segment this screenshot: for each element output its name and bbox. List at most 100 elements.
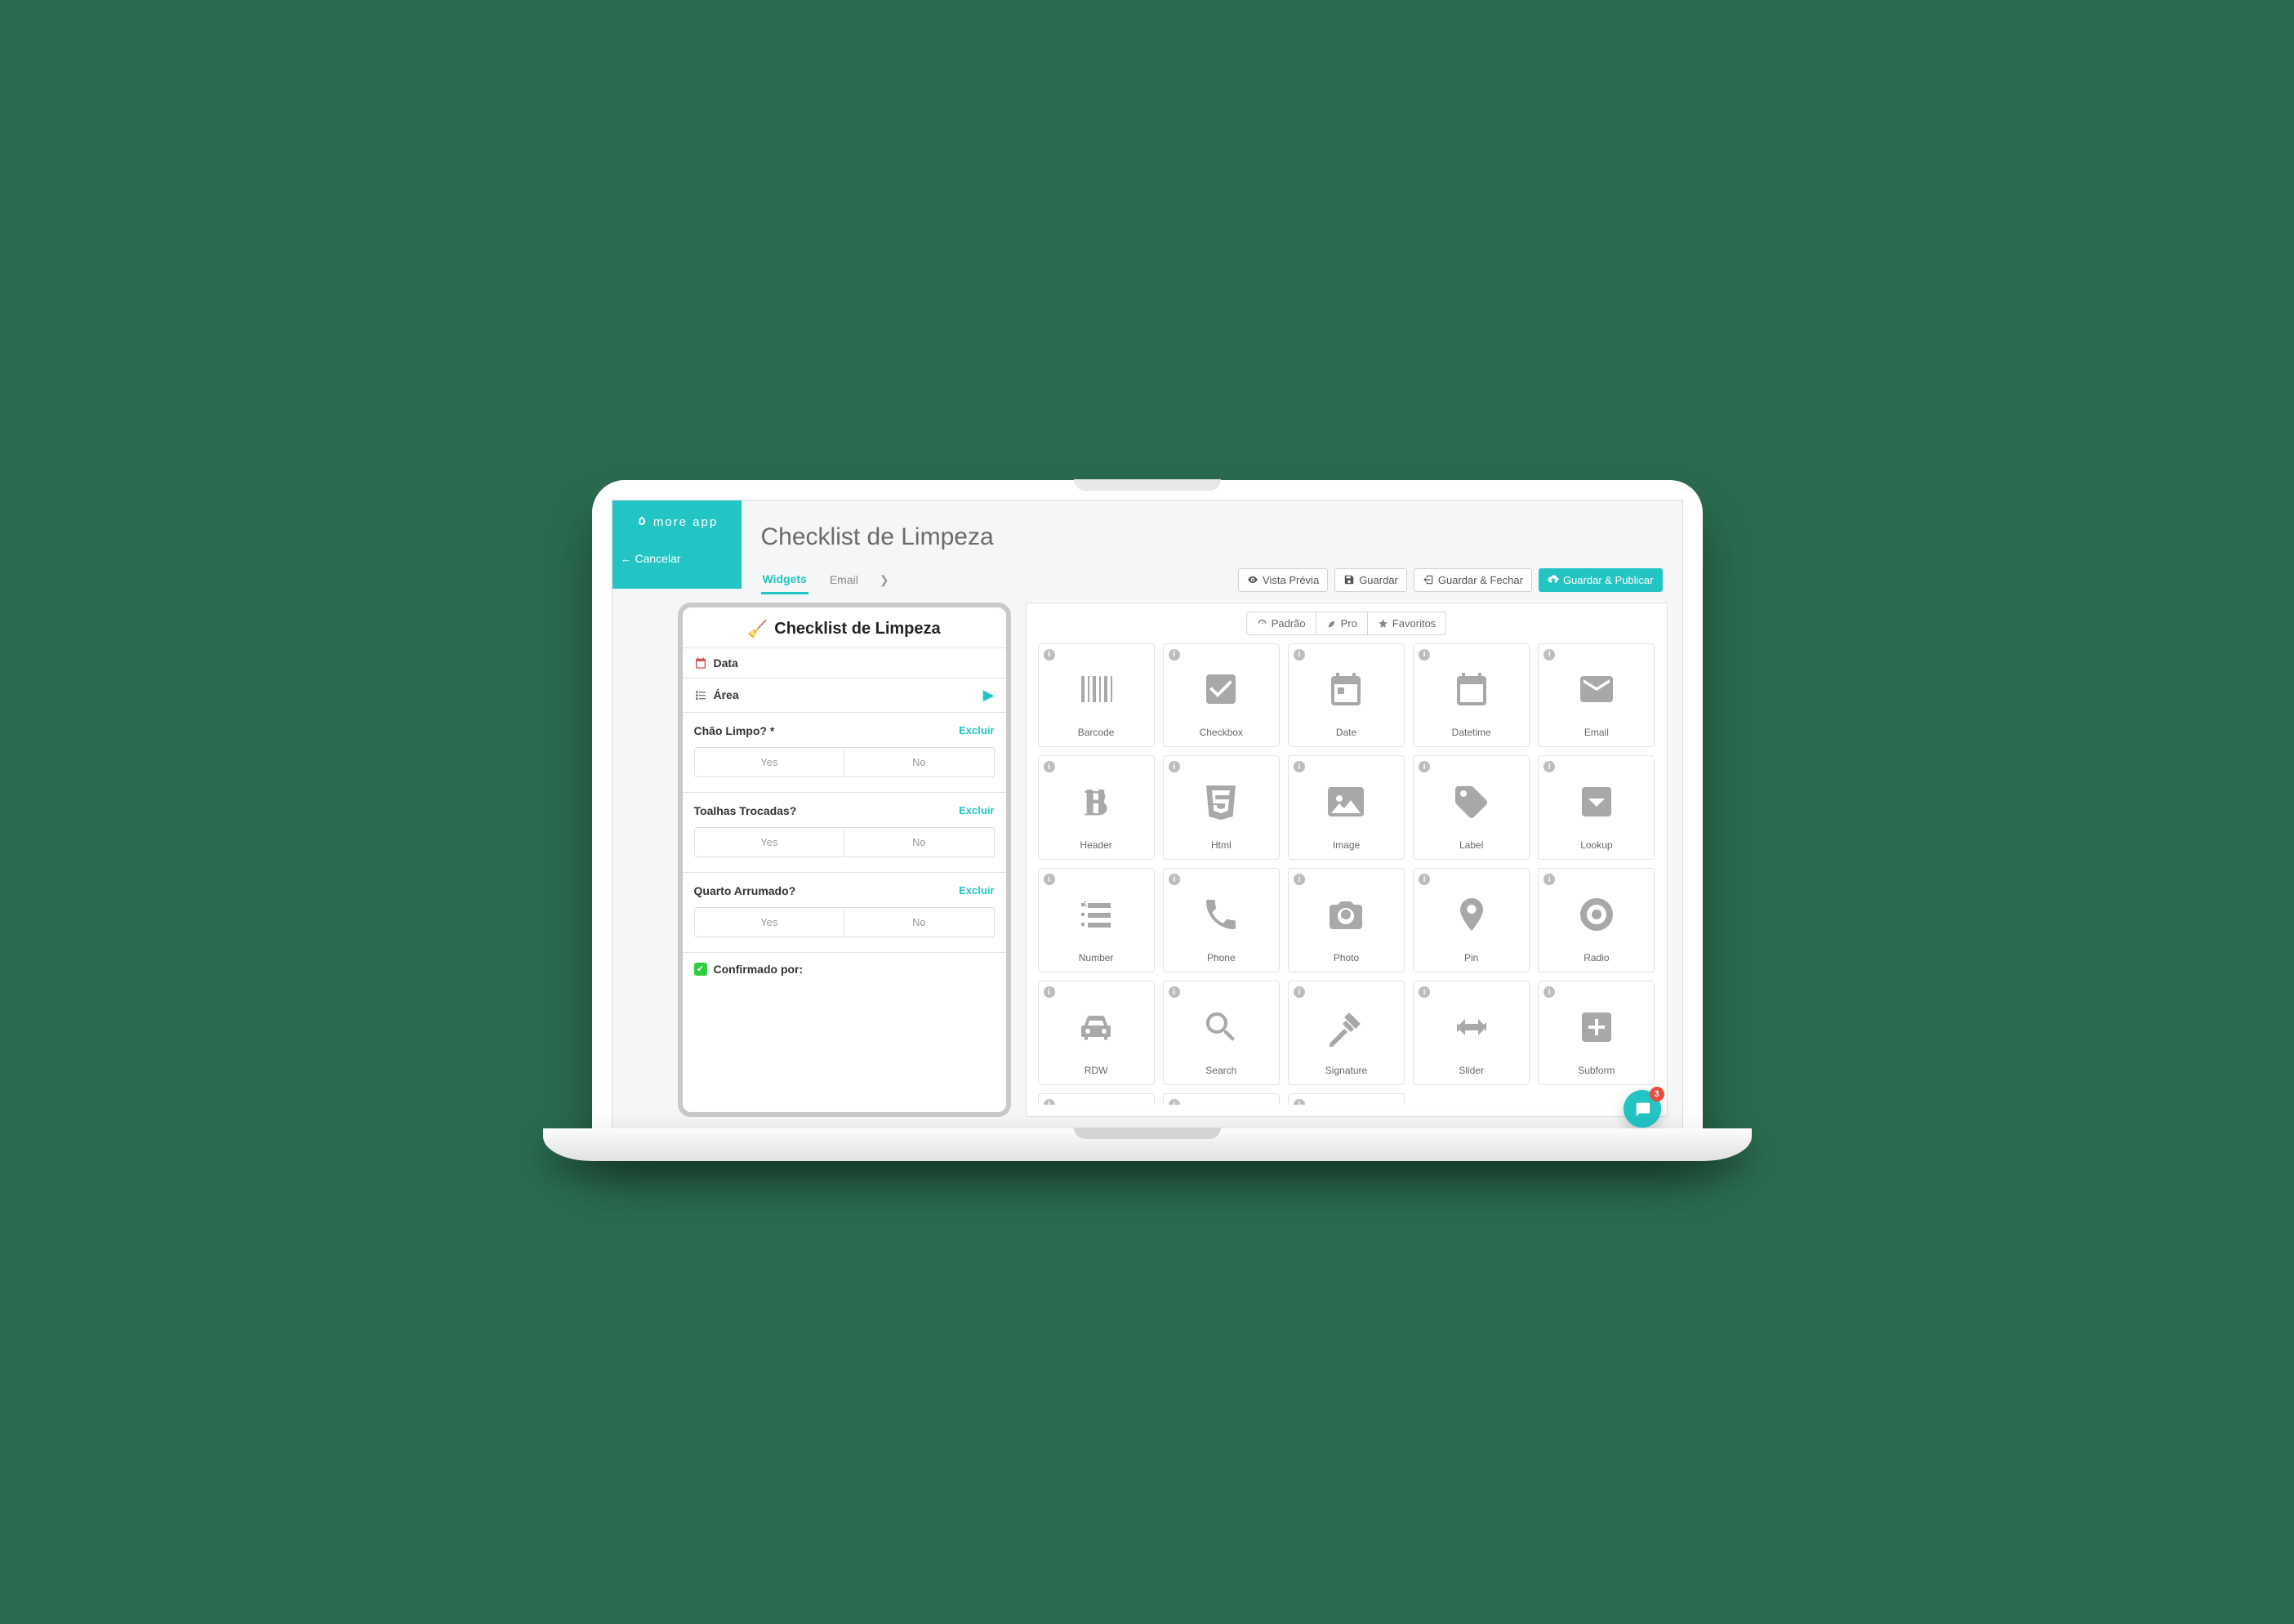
widget-date[interactable]: iDate (1288, 643, 1405, 748)
info-icon[interactable]: i (1044, 761, 1055, 772)
eye-icon (1247, 574, 1258, 585)
field-date[interactable]: Data (683, 647, 1006, 678)
widget-subform[interactable]: i Subform (1538, 981, 1655, 1085)
widget-tab-default[interactable]: Padrão (1247, 612, 1316, 634)
widget-search[interactable]: iSearch (1163, 981, 1280, 1085)
calendar-icon (694, 656, 707, 670)
chat-button[interactable]: 3 (1624, 1090, 1661, 1128)
info-icon[interactable]: i (1294, 874, 1305, 885)
list-icon (694, 688, 707, 701)
chevron-right-icon: ▶ (983, 687, 995, 704)
image-icon (1326, 764, 1365, 839)
info-icon[interactable]: i (1169, 874, 1180, 885)
question-1-exclude[interactable]: Excluir (959, 724, 994, 736)
widget-label: Pin (1464, 952, 1478, 963)
widget-text[interactable]: iText (1038, 1093, 1155, 1105)
info-icon[interactable]: i (1044, 986, 1055, 998)
widget-slider[interactable]: iSlider (1413, 981, 1530, 1085)
confirm-label: Confirmado por: (714, 963, 804, 976)
save-publish-button[interactable]: Guardar & Publicar (1539, 568, 1663, 592)
question-2: Toalhas Trocadas? Excluir Yes No (683, 792, 1006, 872)
widget-header[interactable]: iHeader (1038, 755, 1155, 860)
arrow-left-icon: ← (621, 552, 632, 565)
brand-text: more app (653, 515, 718, 529)
widget-label: Lookup (1580, 839, 1612, 851)
widget-html[interactable]: iHtml (1163, 755, 1280, 860)
page-title: Checklist de Limpeza (761, 517, 1663, 566)
question-2-exclude[interactable]: Excluir (959, 804, 994, 816)
number-icon (1076, 877, 1116, 952)
question-3: Quarto Arrumado? Excluir Yes No (683, 872, 1006, 952)
info-icon[interactable]: i (1044, 1099, 1055, 1105)
broom-icon: 🧹 (747, 619, 768, 639)
info-icon[interactable]: i (1419, 761, 1430, 772)
tab-widgets[interactable]: Widgets (761, 566, 808, 594)
question-1-no[interactable]: No (844, 748, 994, 776)
info-icon[interactable]: i (1169, 649, 1180, 661)
info-icon[interactable]: i (1044, 649, 1055, 661)
widget-number[interactable]: iNumber (1038, 868, 1155, 972)
info-icon[interactable]: i (1169, 986, 1180, 998)
widget-pin[interactable]: i Pin (1413, 868, 1530, 972)
area-label: Área (714, 688, 739, 701)
slider-icon (1452, 990, 1491, 1065)
question-2-yes[interactable]: Yes (695, 828, 845, 856)
widget-tab-pro[interactable]: Pro (1316, 612, 1367, 634)
save-button[interactable]: Guardar (1334, 568, 1407, 592)
lookup-icon (1577, 764, 1616, 839)
widget-label: Barcode (1078, 727, 1115, 738)
cancel-button[interactable]: ← Cancelar (612, 552, 681, 565)
info-icon[interactable]: i (1294, 1099, 1305, 1105)
tab-next-arrow-icon[interactable]: ❯ (880, 573, 889, 587)
question-1-yes[interactable]: Yes (695, 748, 845, 776)
info-icon[interactable]: i (1419, 874, 1430, 885)
widget-label: Subform (1578, 1065, 1615, 1076)
widget-radio[interactable]: iRadio (1538, 868, 1655, 972)
info-icon[interactable]: i (1543, 874, 1555, 885)
preview-button[interactable]: Vista Prévia (1238, 568, 1328, 592)
save-close-label: Guardar & Fechar (1438, 574, 1523, 586)
widget-tab-favorites[interactable]: Favoritos (1367, 612, 1445, 634)
info-icon[interactable]: i (1169, 1099, 1180, 1105)
widget-lookup[interactable]: i Lookup (1538, 755, 1655, 860)
info-icon[interactable]: i (1543, 986, 1555, 998)
widget-label: Datetime (1452, 727, 1491, 738)
info-icon[interactable]: i (1543, 649, 1555, 661)
info-icon[interactable]: i (1294, 986, 1305, 998)
widget-datetime[interactable]: i Datetime (1413, 643, 1530, 748)
widget-text-area[interactable]: iText Area (1163, 1093, 1280, 1105)
question-2-no[interactable]: No (844, 828, 994, 856)
tab-email[interactable]: Email (828, 567, 860, 593)
widget-grid: i Barcode iCheckboxiDate i Datetime iEmail iHe… (1038, 643, 1655, 1105)
widget-time[interactable]: iTime (1288, 1093, 1405, 1105)
info-icon[interactable]: i (1294, 761, 1305, 772)
question-3-no[interactable]: No (844, 908, 994, 937)
widget-image[interactable]: iImage (1288, 755, 1405, 860)
field-area[interactable]: Área ▶ (683, 678, 1006, 712)
subform-icon (1577, 990, 1616, 1065)
info-icon[interactable]: i (1419, 986, 1430, 998)
widget-barcode[interactable]: i Barcode (1038, 643, 1155, 748)
widget-photo[interactable]: iPhoto (1288, 868, 1405, 972)
widget-rdw[interactable]: iRDW (1038, 981, 1155, 1085)
leaf-small-icon (1326, 618, 1337, 629)
question-3-exclude[interactable]: Excluir (959, 884, 994, 897)
widget-label[interactable]: iLabel (1413, 755, 1530, 860)
save-close-button[interactable]: Guardar & Fechar (1414, 568, 1532, 592)
header-icon (1076, 764, 1116, 839)
pin-icon (1452, 877, 1491, 952)
cancel-label: Cancelar (635, 552, 681, 565)
field-confirm[interactable]: ✓ Confirmado por: (683, 952, 1006, 986)
photo-icon (1326, 877, 1365, 952)
info-icon[interactable]: i (1169, 761, 1180, 772)
widget-phone[interactable]: iPhone (1163, 868, 1280, 972)
info-icon[interactable]: i (1543, 761, 1555, 772)
widget-signature[interactable]: iSignature (1288, 981, 1405, 1085)
widget-email[interactable]: iEmail (1538, 643, 1655, 748)
info-icon[interactable]: i (1044, 874, 1055, 885)
info-icon[interactable]: i (1294, 649, 1305, 661)
info-icon[interactable]: i (1419, 649, 1430, 661)
radio-icon (1577, 877, 1616, 952)
question-3-yes[interactable]: Yes (695, 908, 845, 937)
widget-checkbox[interactable]: iCheckbox (1163, 643, 1280, 748)
